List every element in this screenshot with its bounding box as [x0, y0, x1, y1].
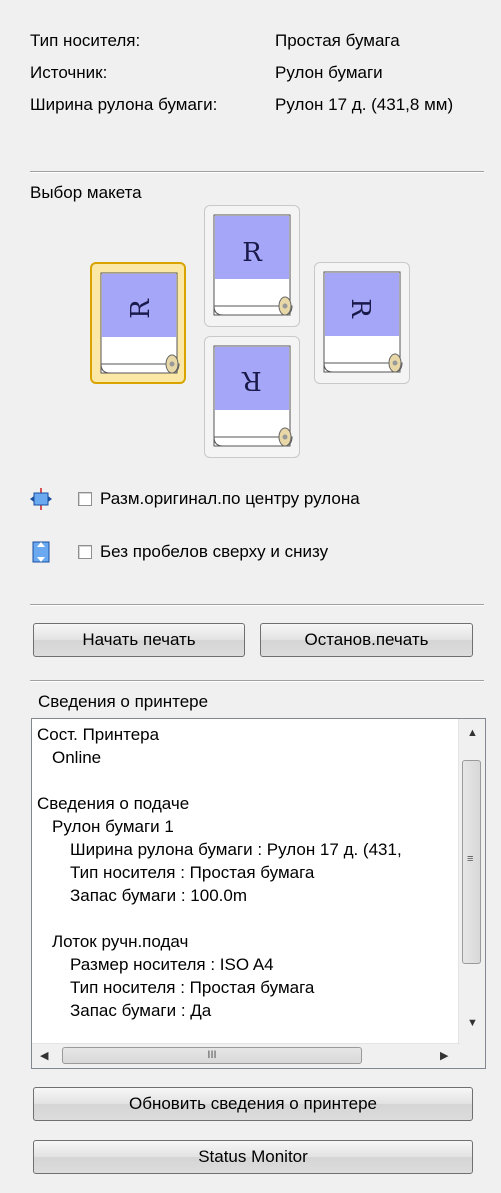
scroll-left-arrow-icon[interactable]: ◀	[40, 1049, 48, 1062]
layout-option-rotated-left[interactable]: R	[90, 262, 186, 384]
paper-roll-icon: R	[213, 214, 293, 316]
separator	[30, 680, 484, 682]
info-line: Запас бумаги : 100.0m	[70, 886, 247, 905]
scroll-up-arrow-icon[interactable]: ▲	[467, 727, 478, 739]
separator	[30, 604, 484, 606]
scroll-down-arrow-icon[interactable]: ▼	[467, 1017, 478, 1029]
horizontal-scrollbar[interactable]: ◀ III ▶	[32, 1043, 460, 1068]
paper-roll-icon: R	[213, 345, 293, 447]
info-line: Сост. Принтера	[37, 725, 160, 744]
source-label: Источник:	[30, 63, 108, 82]
vertical-scroll-thumb[interactable]: ≡	[462, 760, 481, 964]
info-line: Лоток ручн.подач	[52, 932, 189, 951]
center-on-roll-checkbox[interactable]	[78, 492, 92, 506]
horizontal-scroll-thumb[interactable]: III	[62, 1047, 362, 1064]
info-line: Размер носителя : ISO A4	[70, 955, 274, 974]
layout-option-normal[interactable]: R	[204, 205, 300, 327]
no-spaces-icon	[30, 541, 52, 563]
grip-icon: ≡	[467, 853, 474, 865]
layout-glyph: R	[241, 365, 262, 395]
layout-title: Выбор макета	[30, 183, 142, 202]
layout-option-rotated-right[interactable]: R	[314, 262, 410, 384]
info-line: Запас бумаги : Да	[70, 1001, 212, 1020]
scroll-right-arrow-icon[interactable]: ▶	[440, 1049, 448, 1062]
info-line: Тип носителя : Простая бумага	[70, 978, 315, 997]
center-on-roll-option[interactable]: Разм.оригинал.по центру рулона	[30, 485, 490, 513]
no-spaces-checkbox[interactable]	[78, 545, 92, 559]
printer-info-panel[interactable]: Сост. Принтера Online Сведения о подаче …	[31, 718, 486, 1069]
start-print-button[interactable]: Начать печать	[33, 623, 245, 657]
layout-option-upside-down[interactable]: R	[204, 336, 300, 458]
roll-width-value: Рулон 17 д. (431,8 мм)	[275, 95, 454, 114]
layout-glyph: R	[126, 298, 156, 319]
vertical-scrollbar[interactable]: ▲ ≡ ▼	[458, 719, 485, 1045]
info-line: Ширина рулона бумаги : Рулон 17 д. (431,	[70, 840, 402, 859]
grip-icon: III	[207, 1049, 217, 1061]
center-on-roll-label: Разм.оригинал.по центру рулона	[100, 489, 360, 508]
stop-print-button[interactable]: Останов.печать	[260, 623, 473, 657]
refresh-printer-info-button[interactable]: Обновить сведения о принтере	[33, 1087, 473, 1121]
layout-glyph: R	[345, 298, 375, 319]
paper-roll-icon: R	[100, 272, 180, 374]
layout-glyph: R	[242, 238, 263, 268]
no-spaces-label: Без пробелов сверху и снизу	[100, 542, 329, 561]
media-type-value: Простая бумага	[275, 31, 400, 50]
separator	[30, 171, 484, 173]
no-spaces-option[interactable]: Без пробелов сверху и снизу	[30, 538, 490, 566]
paper-roll-icon: R	[323, 271, 403, 373]
printer-info-title: Сведения о принтере	[38, 692, 209, 711]
status-monitor-button[interactable]: Status Monitor	[33, 1140, 473, 1174]
center-roll-icon	[30, 488, 52, 510]
roll-width-label: Ширина рулона бумаги:	[30, 95, 218, 114]
info-line: Online	[52, 748, 102, 767]
info-line: Рулон бумаги 1	[52, 817, 174, 836]
scroll-corner	[459, 1044, 485, 1068]
info-line: Тип носителя : Простая бумага	[70, 863, 315, 882]
info-line: Сведения о подаче	[37, 794, 190, 813]
media-type-label: Тип носителя:	[30, 31, 141, 50]
source-value: Рулон бумаги	[275, 63, 383, 82]
